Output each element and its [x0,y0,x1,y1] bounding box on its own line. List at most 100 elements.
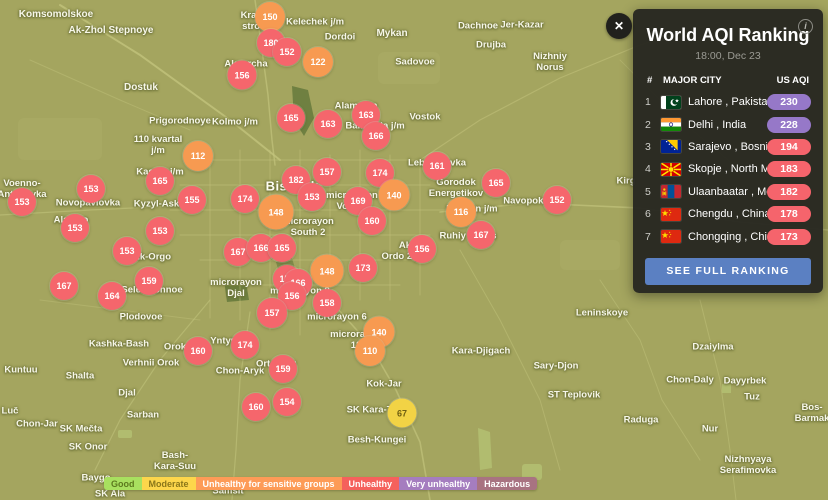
aqi-marker[interactable]: 140 [379,180,410,211]
ranking-row[interactable]: 7Chongqing , China173 [645,225,811,247]
map-place-label: Jer-Kazar [500,19,543,30]
map-place-label: Kok-Jar [366,378,401,389]
aqi-marker[interactable]: 153 [113,237,141,265]
map-place-label: Dachnoe [458,20,498,31]
aqi-marker[interactable]: 165 [268,234,296,262]
aqi-marker[interactable]: 160 [184,337,212,365]
legend-item: Hazardous [477,477,537,490]
aqi-marker[interactable]: 165 [482,169,510,197]
aqi-marker[interactable]: 160 [242,393,270,421]
aqi-marker[interactable]: 153 [61,214,89,242]
map-place-label: Chon-Daly [666,374,714,385]
aqi-marker[interactable]: 161 [423,152,451,180]
aqi-marker[interactable]: 167 [467,221,495,249]
aqi-marker[interactable]: 148 [311,255,344,288]
aqi-marker[interactable]: 153 [146,217,174,245]
map-place-label: Djal [118,387,135,398]
city-name: Skopje , North Ma... [688,163,767,175]
map-place-label: Chon-Jar [16,418,58,429]
aqi-marker[interactable]: 156 [408,235,436,263]
ranking-row[interactable]: 4Skopje , North Ma...183 [645,158,811,180]
aqi-marker[interactable]: 148 [259,195,294,230]
city-name: Sarajevo , Bosnia ... [688,141,767,153]
aqi-marker[interactable]: 160 [358,207,386,235]
aqi-marker[interactable]: 166 [362,122,390,150]
aqi-marker[interactable]: 165 [277,104,305,132]
aqi-marker[interactable]: 152 [543,186,571,214]
ranking-row[interactable]: 5Ulaanbaatar , Mo...182 [645,181,811,203]
map-place-label: Shalta [66,370,95,381]
aqi-marker[interactable]: 173 [349,254,377,282]
aqi-marker[interactable]: 122 [303,47,333,77]
see-full-ranking-button[interactable]: SEE FULL RANKING [645,258,811,285]
rank-number: 5 [645,186,661,198]
aqi-marker[interactable]: 164 [98,282,126,310]
legend-item: Moderate [142,477,196,490]
column-city: MAJOR CITY [663,75,777,86]
rank-number: 4 [645,163,661,175]
map-place-label: Kelechek j/m [286,16,344,27]
aqi-marker[interactable]: 116 [446,197,476,227]
aqi-marker[interactable]: 157 [313,158,341,186]
aqi-badge: 182 [767,184,811,200]
map-place-label: 110 kvartal j/m [134,134,183,156]
rank-number: 3 [645,141,661,153]
aqi-marker[interactable]: 174 [231,185,259,213]
map-place-label: Verhnii Orok [123,357,180,368]
aqi-marker[interactable]: 67 [388,399,417,428]
aqi-marker[interactable]: 150 [255,2,285,32]
aqi-marker[interactable]: 110 [355,336,385,366]
map-place-label: Sary-Djon [534,360,579,371]
map-place-label: Kolmo j/m [212,116,258,127]
info-icon[interactable]: i [798,19,813,34]
map-place-label: Sarban [127,409,159,420]
aqi-marker[interactable]: 174 [231,331,259,359]
ranking-row[interactable]: 2Delhi , India228 [645,113,811,135]
map-place-label: Tuz [744,391,760,402]
ranking-row[interactable]: 6Chengdu , China178 [645,203,811,225]
aqi-map-app: KomsomolskoeAk-Zhol StepnoyeKrasnyi stro… [0,0,828,500]
aqi-marker[interactable]: 156 [228,61,257,90]
map-place-label: Bash- Kara-Suu [154,450,196,472]
aqi-marker[interactable]: 112 [183,141,213,171]
aqi-marker[interactable]: 159 [135,267,163,295]
city-name: Chengdu , China [688,208,767,220]
legend-item: Unhealthy [342,477,400,490]
city-name: Chongqing , China [688,231,767,243]
ranking-row[interactable]: 3 Sarajevo , Bosnia ...194 [645,136,811,158]
aqi-marker[interactable]: 159 [269,355,297,383]
aqi-marker[interactable]: 153 [8,188,36,216]
map-place-label: microrayon 6 [307,311,367,322]
legend-item: Good [104,477,142,490]
map-place-label: Luč [2,405,19,416]
aqi-marker[interactable]: 154 [273,388,301,416]
aqi-badge: 173 [767,229,811,245]
aqi-marker[interactable]: 157 [257,298,287,328]
aqi-badge: 194 [767,139,811,155]
map-place-label: Besh-Kungei [348,434,407,445]
map-place-label: Gorodok Energetikov [429,177,483,199]
aqi-marker[interactable]: 167 [50,272,78,300]
aqi-marker[interactable]: 155 [178,186,206,214]
aqi-marker[interactable]: 165 [146,167,174,195]
close-panel-button[interactable]: ✕ [606,13,632,39]
map-place-label: SK Mečta [60,423,103,434]
ranking-header-row: # MAJOR CITY US AQI [647,75,809,86]
flag-pakistan-icon [661,96,681,109]
map-place-label: SK Onor [69,441,108,452]
city-name: Lahore , Pakistan [688,96,767,108]
aqi-marker[interactable]: 153 [77,175,105,203]
aqi-badge: 178 [767,206,811,222]
aqi-badge: 228 [767,117,811,133]
flag-india-icon [661,118,681,131]
legend-item: Unhealthy for sensitive groups [196,477,342,490]
aqi-marker[interactable]: 158 [313,289,341,317]
close-icon: ✕ [614,19,624,33]
map-place-label: microrayon Djal [210,277,262,299]
aqi-marker[interactable]: 153 [298,183,326,211]
map-place-label: Sadovoe [395,56,435,67]
flag-north-macedonia-icon [661,163,681,176]
ranking-row[interactable]: 1Lahore , Pakistan230 [645,91,811,113]
aqi-marker[interactable]: 152 [273,38,301,66]
aqi-marker[interactable]: 163 [314,110,342,138]
